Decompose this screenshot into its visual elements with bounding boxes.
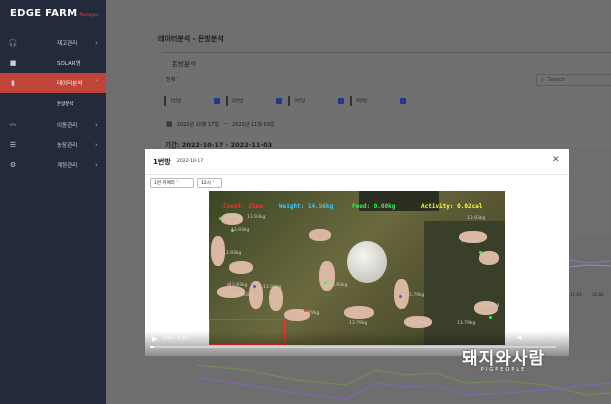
weight-label: 13.79kg — [349, 321, 368, 326]
more-options-icon[interactable]: ⋮ — [554, 334, 560, 341]
sidebar-subitem-pen-analysis[interactable]: 돈방분석 — [57, 101, 74, 107]
overlay-feed: Feed: 0.00kg — [352, 203, 396, 210]
background-chart: 11-03 11-02 — [567, 235, 611, 360]
sidebar-item-farm[interactable]: ☰ 농장관리 › — [0, 135, 106, 155]
video-icon: ■ — [9, 59, 17, 67]
sidebar-nav: 🎧 재고관리 › ■ SOLAR영 ▮ 데이터분석 ˅ 돈방분석 〰 이동관리 … — [0, 33, 106, 175]
hour-select[interactable]: 12시 ˅ — [197, 178, 222, 188]
sidebar-item-account[interactable]: ⚙ 계정관리 › — [0, 155, 106, 175]
checkbox-room-2[interactable]: 2번방 — [226, 96, 288, 106]
chevron-right-icon: › — [95, 161, 98, 169]
weight-label: 13.93kg — [247, 215, 266, 220]
weight-label: 13.93kg — [229, 283, 248, 288]
volume-icon[interactable]: ◀ — [517, 334, 522, 341]
video-player[interactable]: Count: 25ea Weight: 14.56kg Feed: 0.00kg… — [145, 191, 569, 356]
overlay-weight: Weight: 14.56kg — [279, 203, 334, 210]
period-label: 기간: 2022-10-17 - 2022-11-03 — [165, 141, 273, 149]
modal-date: 2022-10-17 — [177, 158, 204, 164]
chevron-right-icon: › — [95, 39, 98, 47]
app-logo[interactable]: EDGE FARM Manager — [10, 8, 99, 19]
chevron-right-icon: › — [95, 121, 98, 129]
overlay-count: Count: 25ea — [223, 203, 263, 210]
sidebar: EDGE FARM Manager 🎧 재고관리 › ■ SOLAR영 ▮ 데이터… — [0, 0, 106, 404]
axis-tick: 11-03 — [570, 292, 582, 297]
weight-label: 13.93kg — [481, 303, 500, 308]
modal-title: 1번방 — [153, 158, 171, 166]
checkbox-room-1[interactable]: 1번방 — [164, 96, 226, 106]
calendar-icon: ▦ — [166, 120, 173, 128]
checkbox-room-4[interactable]: 4번방 — [350, 96, 412, 106]
video-progress-fill — [150, 346, 155, 348]
weight-label: 13.93kg — [235, 293, 254, 298]
chevron-down-icon: ˅ — [95, 79, 99, 87]
headset-icon: 🎧 — [8, 39, 18, 47]
breadcrumb: 데이터분석 - 돈방분석 — [158, 35, 224, 43]
gear-icon: ⚙ — [9, 161, 17, 169]
room-select[interactable]: 전체 ˅ — [166, 76, 179, 83]
search-input[interactable]: ⌕ Search — [536, 74, 611, 86]
sidebar-item-movement[interactable]: 〰 이동관리 › — [0, 115, 106, 135]
background-chart-lines — [567, 259, 611, 286]
chart-line-icon: 〰 — [9, 121, 17, 129]
sliders-icon: ☰ — [9, 141, 17, 149]
camera-select[interactable]: 1번 카메라 ˅ — [150, 178, 194, 188]
room-checkboxes: 1번방 2번방 3번방 4번방 — [164, 96, 412, 106]
date-range[interactable]: ▦ 2022년 10월 17일 — 2022년 11월 03일 — [166, 120, 275, 128]
weight-label: 13.79kg — [457, 321, 476, 326]
sidebar-item-inventory[interactable]: 🎧 재고관리 › — [0, 33, 106, 53]
weight-label: 13.93kg — [223, 215, 242, 220]
search-icon: ⌕ — [541, 77, 544, 83]
modal-header: 1번방 2022-10-17 ✕ — [145, 149, 569, 175]
weight-label: 13.93kg — [263, 285, 282, 290]
weight-label: 13.93kg — [223, 251, 242, 256]
axis-tick: 11-02 — [592, 292, 604, 297]
weight-label: 13.93kg — [461, 239, 480, 244]
close-icon[interactable]: ✕ — [552, 155, 560, 165]
weight-label: 13.93kg — [467, 216, 486, 221]
fullscreen-icon[interactable]: ⛶ — [535, 334, 539, 342]
weight-label: 13.93kg — [329, 283, 348, 288]
video-modal: 1번방 2022-10-17 ✕ 1번 카메라 ˅ 12시 ˅ Count: 2… — [145, 149, 569, 356]
weight-label: 5.79kg — [409, 293, 425, 298]
video-frame: Count: 25ea Weight: 14.56kg Feed: 0.00kg… — [209, 191, 505, 345]
checkbox-room-3[interactable]: 3번방 — [288, 96, 350, 106]
chart-icon: ▮ — [11, 79, 15, 87]
video-time: 0:01 / 4:59 — [163, 336, 188, 341]
chevron-right-icon: › — [95, 141, 98, 149]
play-icon[interactable]: ▶ — [152, 335, 157, 343]
sidebar-item-video[interactable]: ■ SOLAR영 — [0, 53, 106, 73]
sidebar-item-data-analysis[interactable]: ▮ 데이터분석 ˅ — [0, 73, 106, 93]
overlay-activity: Activity: 0.02cal — [421, 203, 483, 210]
weight-label: 15.79kg — [409, 321, 428, 326]
card-title: 돈방분석 — [172, 60, 196, 68]
watermark-logo: 돼지와사람 PIGPEOPLE — [462, 349, 546, 373]
